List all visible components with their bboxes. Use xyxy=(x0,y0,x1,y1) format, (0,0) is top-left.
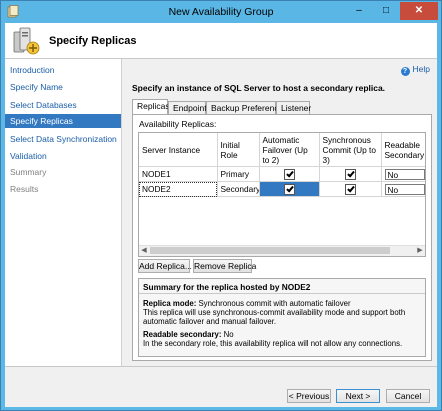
replica-mode-line: Replica mode: Synchronous commit with au… xyxy=(143,299,421,308)
automatic-failover-checkbox[interactable] xyxy=(283,168,295,180)
tab-endpoints[interactable]: Endpoints xyxy=(168,101,211,114)
tab-replicas[interactable]: Replicas xyxy=(132,99,170,115)
nav-item-summary: Summary xyxy=(10,167,47,177)
readable-secondary-select[interactable]: No xyxy=(384,183,425,195)
nav-item-specify-name[interactable]: Specify Name xyxy=(5,80,121,94)
replica-mode-label: Replica mode: xyxy=(143,299,197,308)
server-replicas-icon xyxy=(13,27,40,55)
nav-item-results: Results xyxy=(10,184,39,194)
add-replica-button[interactable]: Add Replica... xyxy=(138,259,192,273)
replica-mode-description: This replica will use synchronous-commit… xyxy=(143,308,406,326)
availability-replicas-label: Availability Replicas: xyxy=(139,119,217,129)
server-instance-cell: NODE1 xyxy=(139,166,218,182)
tab-listener[interactable]: Listener xyxy=(276,101,311,114)
replicas-grid[interactable]: Server Instance Initial Role Automatic F… xyxy=(138,132,426,257)
column-header-initial-role[interactable]: Initial Role xyxy=(217,133,260,167)
column-header-server-instance[interactable]: Server Instance xyxy=(139,133,218,167)
readable-secondary-label: Readable secondary: xyxy=(143,330,222,339)
column-header-readable-secondary[interactable]: Readable Secondary xyxy=(381,133,425,167)
summary-divider xyxy=(139,293,425,294)
previous-button[interactable]: < Previous xyxy=(287,389,331,403)
wizard-client: Specify Replicas Introduction Specify Na… xyxy=(5,23,437,407)
automatic-failover-cell xyxy=(259,166,320,182)
summary-title: Summary for the replica hosted by NODE2 xyxy=(143,282,311,292)
wizard-steps: Introduction Specify Name Select Databas… xyxy=(5,59,122,366)
wizard-footer: < Previous Next > Cancel xyxy=(5,366,437,407)
scroll-right-icon[interactable]: ▶ xyxy=(415,246,425,256)
readable-secondary-description: In the secondary role, this availability… xyxy=(143,339,403,348)
server-instance-cell: NODE2 xyxy=(139,181,218,197)
scroll-left-icon[interactable]: ◀ xyxy=(139,246,149,256)
wizard-window: New Availability Group – □ ✕ Specify Rep… xyxy=(0,0,442,411)
synchronous-commit-cell xyxy=(319,166,382,182)
help-link[interactable]: ? Help xyxy=(400,64,430,76)
readable-secondary-cell: No xyxy=(381,181,425,197)
minimize-icon[interactable]: – xyxy=(346,2,372,20)
page-title: Specify Replicas xyxy=(49,35,137,47)
main-content: ? Help Specify an instance of SQL Server … xyxy=(122,59,437,366)
help-icon: ? xyxy=(400,67,410,76)
initial-role-cell: Secondary xyxy=(217,181,260,197)
help-label: Help xyxy=(412,64,430,74)
synchronous-commit-checkbox[interactable] xyxy=(344,183,356,195)
wizard-header: Specify Replicas xyxy=(5,23,437,59)
readable-secondary-select[interactable]: No xyxy=(384,168,425,180)
nav-item-validation[interactable]: Validation xyxy=(5,149,121,163)
horizontal-scrollbar[interactable]: ◀ ▶ xyxy=(139,245,425,256)
replica-summary-panel: Summary for the replica hosted by NODE2 … xyxy=(138,278,426,357)
nav-item-select-data-synchronization[interactable]: Select Data Synchronization xyxy=(5,132,121,146)
readable-secondary-line: Readable secondary: No xyxy=(143,330,421,339)
synchronous-commit-cell xyxy=(319,181,382,197)
synchronous-commit-checkbox[interactable] xyxy=(344,168,356,180)
table-row[interactable]: NODE2 Secondary No xyxy=(139,181,425,197)
next-button[interactable]: Next > xyxy=(336,389,380,403)
column-header-automatic-failover[interactable]: Automatic Failover (Up to 2) xyxy=(259,133,320,167)
replica-mode-value: Synchronous commit with automatic failov… xyxy=(198,299,351,308)
replicas-tab-panel: Availability Replicas: Server Instance I… xyxy=(132,114,432,361)
replicas-table: Server Instance Initial Role Automatic F… xyxy=(139,133,425,197)
automatic-failover-cell xyxy=(259,181,320,197)
close-icon[interactable]: ✕ xyxy=(400,2,438,20)
title-bar[interactable]: New Availability Group – □ ✕ xyxy=(1,1,441,23)
tab-backup-preferences[interactable]: Backup Preferences xyxy=(206,101,288,114)
nav-item-select-databases[interactable]: Select Databases xyxy=(5,98,121,112)
remove-replica-button[interactable]: Remove Replica xyxy=(193,259,256,273)
readable-secondary-value: No xyxy=(223,330,234,339)
table-row[interactable]: NODE1 Primary No xyxy=(139,166,425,182)
column-header-synchronous-commit[interactable]: Synchronous Commit (Up to 3) xyxy=(319,133,382,167)
nav-item-specify-replicas[interactable]: Specify Replicas xyxy=(5,114,121,128)
initial-role-cell: Primary xyxy=(217,166,260,182)
cancel-button[interactable]: Cancel xyxy=(386,389,430,403)
instruction-text: Specify an instance of SQL Server to hos… xyxy=(132,83,386,93)
nav-item-introduction[interactable]: Introduction xyxy=(5,63,121,77)
maximize-icon[interactable]: □ xyxy=(373,2,399,20)
table-header-row: Server Instance Initial Role Automatic F… xyxy=(139,133,425,167)
scrollbar-thumb[interactable] xyxy=(150,247,390,254)
automatic-failover-checkbox[interactable] xyxy=(283,183,295,195)
readable-secondary-cell: No xyxy=(381,166,425,182)
